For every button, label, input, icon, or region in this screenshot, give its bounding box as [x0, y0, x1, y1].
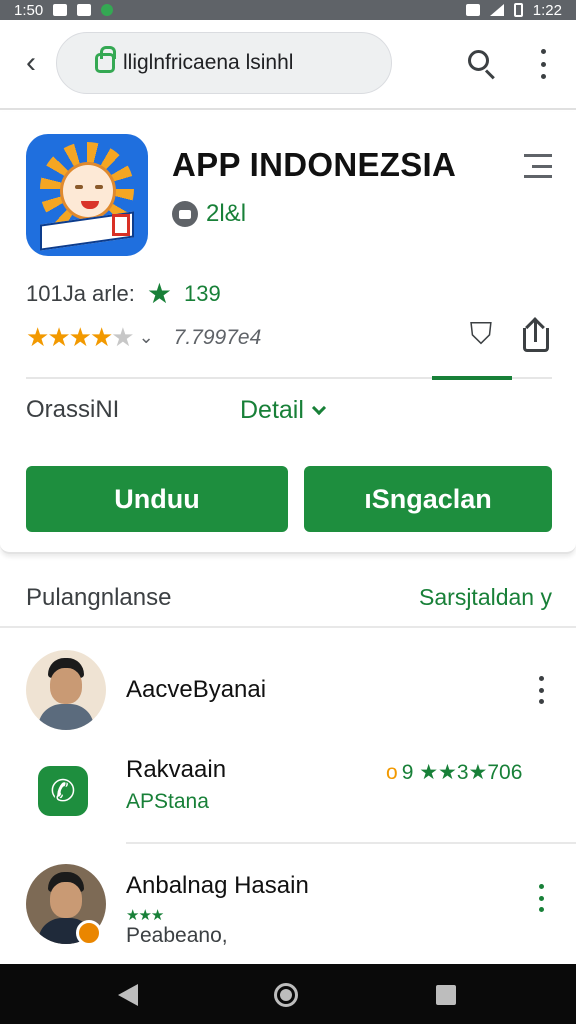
meta-row: 101Ja arle: ★ 139	[26, 280, 221, 308]
badge-icon	[76, 920, 102, 946]
url-text: lliglnfricaena lsinhl	[123, 51, 294, 74]
rating-stars: ★★★	[126, 907, 164, 924]
item-rating-text: 9 ★★3★706	[401, 761, 523, 784]
star-empty-icon: ★	[111, 322, 134, 352]
developer-name: 2l&l	[206, 200, 247, 227]
star-half-icon: ★	[89, 322, 113, 352]
star-icon: ★	[47, 322, 70, 352]
star-icon: ★	[68, 322, 92, 352]
share-icon-button[interactable]	[518, 317, 554, 354]
system-nav-bar	[0, 964, 576, 1024]
download-button[interactable]: Unduu	[26, 466, 288, 532]
nav-back-icon[interactable]	[118, 984, 138, 1006]
tab-indicator	[432, 376, 512, 380]
reviews-header: Pulangnlanse Sarsjtaldan y	[0, 568, 576, 628]
app-card: APP INDONEZSIA 2l&l 101Ja arle: ★ 139 ★★…	[0, 112, 576, 554]
app-icon	[26, 134, 148, 256]
item-more-button[interactable]	[534, 676, 548, 704]
list-item[interactable]: ✆ Rakvaain APStana o 9 ★★3★706	[0, 752, 576, 832]
meta-label: 101Ja arle:	[26, 281, 135, 306]
lock-icon	[95, 46, 116, 73]
app-title: APP INDONEZSIA	[172, 146, 457, 183]
vibrate-icon	[465, 4, 480, 16]
developer-icon	[172, 201, 198, 227]
item-rating-prefix: o	[386, 760, 398, 784]
divider	[126, 842, 576, 844]
search-icon	[468, 50, 489, 71]
item-subtitle: APStana	[126, 790, 209, 813]
chevron-down-icon: ⌄	[138, 327, 154, 347]
status-time-right: 1:22	[532, 1, 562, 19]
notification-icon-2	[77, 4, 92, 16]
star-icon: ★	[26, 322, 49, 352]
url-bar[interactable]: lliglnfricaena lsinhl	[56, 32, 392, 94]
nav-home-icon[interactable]	[274, 983, 298, 1007]
chevron-left-icon: ‹	[26, 46, 36, 79]
status-left: 1:50	[14, 1, 114, 19]
item-subtitle: Peabeano,	[126, 924, 228, 947]
tab-overview[interactable]: OrassiNI	[26, 396, 119, 424]
rating-count: 7.7997e4	[173, 325, 262, 349]
item-name: Rakvaain	[126, 756, 227, 783]
search-button[interactable]	[466, 48, 498, 80]
signal-icon	[489, 4, 504, 16]
chevron-down-icon	[311, 400, 326, 415]
item-rating: o 9 ★★3★706	[386, 760, 522, 785]
status-time-left: 1:50	[14, 1, 44, 19]
phone-icon: ✆	[38, 766, 88, 816]
notification-icon	[53, 4, 68, 16]
tab-detail[interactable]: Detail	[240, 396, 326, 425]
share-button[interactable]: ıSngaclan	[304, 466, 552, 532]
top-bar: ‹ lliglnfricaena lsinhl	[0, 20, 576, 110]
nav-recents-icon[interactable]	[436, 985, 456, 1005]
rating-row[interactable]: ★★★★★ ⌄ 7.7997e4	[26, 322, 261, 353]
more-options-button[interactable]	[530, 46, 556, 82]
tab-detail-label: Detail	[240, 396, 304, 424]
developer-row[interactable]: 2l&l	[172, 200, 246, 228]
list-item[interactable]: AacveByanai	[0, 648, 576, 738]
battery-icon	[513, 3, 523, 17]
status-right: 1:22	[465, 1, 562, 19]
list-item[interactable]: Anbalnag Hasain ★★★ Peabeano,	[0, 858, 576, 958]
item-more-button[interactable]	[534, 884, 548, 912]
rating-stars: ★★★★★	[26, 322, 135, 353]
back-button[interactable]: ‹	[14, 46, 48, 80]
list-menu-button[interactable]	[524, 154, 552, 178]
item-name: Anbalnag Hasain	[126, 872, 309, 899]
app-notification-icon	[101, 4, 114, 16]
bookmark-icon: ⛉	[469, 318, 493, 351]
star-icon: ★	[146, 278, 172, 309]
reviews-title: Pulangnlanse	[26, 584, 172, 611]
avatar	[26, 650, 106, 730]
meta-count: 139	[183, 281, 221, 306]
reviews-see-all-link[interactable]: Sarsjtaldan y	[419, 584, 552, 611]
sun-face-icon	[60, 162, 116, 220]
item-name: AacveByanai	[126, 676, 267, 703]
flag-icon	[112, 214, 130, 236]
wishlist-button[interactable]: ⛉	[464, 318, 498, 352]
status-bar: 1:50 1:22	[0, 0, 576, 20]
